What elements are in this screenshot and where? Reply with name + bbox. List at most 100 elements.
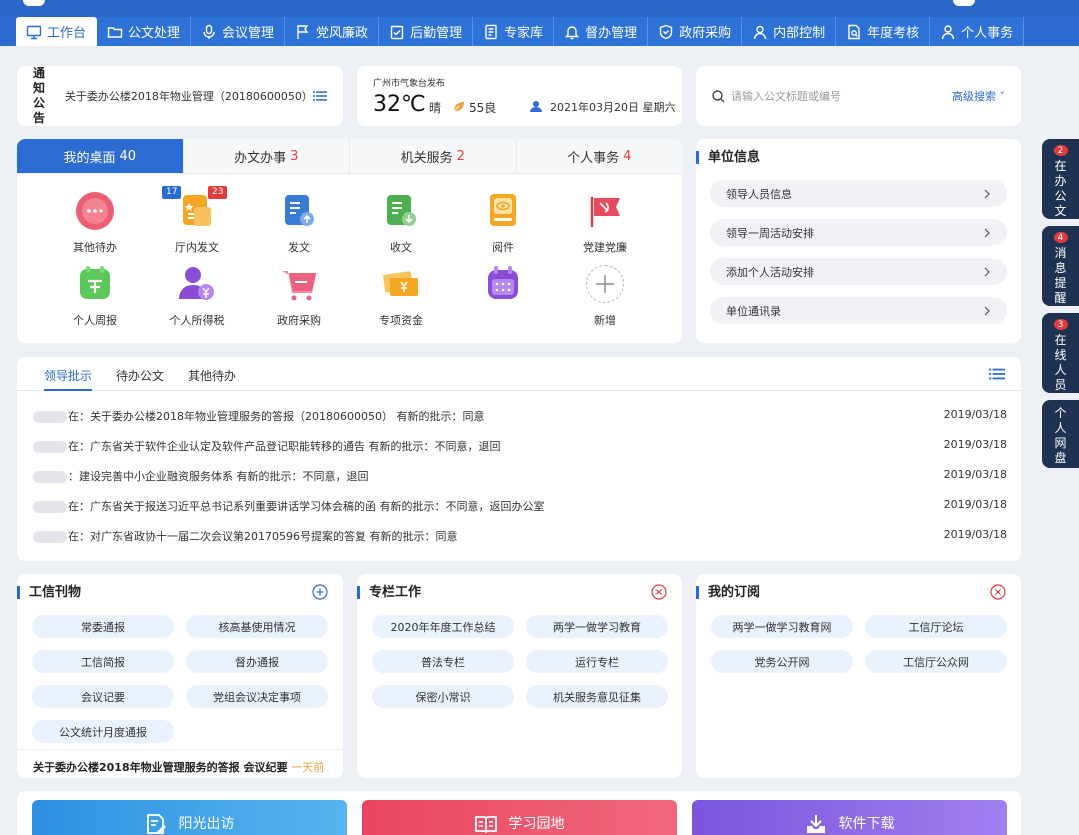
plus-icon xyxy=(586,265,624,303)
nav-item-workbench[interactable]: 工作台 xyxy=(16,17,98,46)
redacted-name xyxy=(33,531,67,543)
chevron-right-icon xyxy=(984,306,990,315)
nav-item-meetings[interactable]: 会议管理 xyxy=(191,17,286,46)
banner-software-download[interactable]: 软件下载 xyxy=(692,800,1007,835)
nav-item-personal[interactable]: 个人事务 xyxy=(930,17,1025,46)
list-item[interactable]: 公文统计月度通报 xyxy=(32,720,174,743)
add-circle-icon[interactable] xyxy=(312,584,328,600)
app-income-tax[interactable]: 个人所得税 xyxy=(146,265,248,332)
calendar-icon xyxy=(484,265,522,303)
nav-item-procurement[interactable]: 政府采购 xyxy=(648,17,743,46)
list-item[interactable]: 党务公开网 xyxy=(711,650,853,673)
app-other-todo[interactable]: 其他待办 xyxy=(44,192,146,259)
eye-icon xyxy=(484,192,522,230)
close-circle-icon[interactable] xyxy=(990,584,1006,600)
list-icon[interactable] xyxy=(312,89,327,103)
nav-item-experts[interactable]: 专家库 xyxy=(473,17,555,46)
app-government-procurement[interactable]: 政府采购 xyxy=(248,265,350,332)
advanced-search-link[interactable]: 高级搜索 ˅ xyxy=(952,88,1005,104)
unit-item-label: 单位通讯录 xyxy=(726,304,781,318)
unit-item-label: 添加个人活动安排 xyxy=(726,265,814,279)
nav-item-label: 个人事务 xyxy=(961,26,1014,41)
unit-item-add-activity[interactable]: 添加个人活动安排 xyxy=(710,258,1007,285)
app-send-document[interactable]: 发文 xyxy=(248,192,350,259)
redacted-name xyxy=(33,471,67,483)
float-in-progress-docs[interactable]: 2 在办公文 xyxy=(1042,139,1079,219)
list-item[interactable]: 两学一做学习教育网 xyxy=(711,615,853,638)
list-item[interactable]: 核高基使用情况 xyxy=(186,615,328,638)
close-circle-icon[interactable] xyxy=(651,584,667,600)
nav-item-documents[interactable]: 公文处理 xyxy=(97,17,192,46)
magazine-latest[interactable]: 关于委办公楼2018年物业管理服务的答报 会议纪要 一天前 xyxy=(17,749,343,778)
nav-item-logistics[interactable]: 后勤管理 xyxy=(379,17,474,46)
nav-item-assessment[interactable]: 年度考核 xyxy=(836,17,931,46)
list-item[interactable]: 工信厅公众网 xyxy=(865,650,1007,673)
app-party-building[interactable]: 党建党廉 xyxy=(554,192,656,259)
tab-office-services[interactable]: 机关服务 2 xyxy=(350,139,517,173)
redacted-name xyxy=(33,441,67,453)
bell-icon xyxy=(564,25,580,39)
list-item[interactable]: 党组会议决定事项 xyxy=(186,685,328,708)
tab-office-work[interactable]: 办文办事 3 xyxy=(184,139,350,173)
list-item[interactable]: 机关服务意见征集 xyxy=(526,685,668,708)
notice-card: 通知公告 关于委办公楼2018年物业管理（20180600050） xyxy=(17,66,343,126)
app-calendar[interactable] xyxy=(452,265,554,332)
app-receive-document[interactable]: 收文 xyxy=(350,192,452,259)
quick-links-bar: 阳光出访 学习园地 软件下载 xyxy=(17,791,1021,835)
app-label: 党建党廉 xyxy=(583,241,627,254)
redacted-name xyxy=(33,501,67,513)
app-special-funds[interactable]: 专项资金 xyxy=(350,265,452,332)
nav-item-label: 公文处理 xyxy=(128,26,181,41)
unit-item-directory[interactable]: 单位通讯录 xyxy=(710,297,1007,324)
list-item[interactable]: 普法专栏 xyxy=(372,650,514,673)
float-online-users[interactable]: 3 在线人员 xyxy=(1042,313,1079,393)
nav-item-integrity[interactable]: 党风廉政 xyxy=(285,17,380,46)
table-row[interactable]: 在：对广东省政协十一届二次会议第20170596号提案的答复 有新的批示：同意 2… xyxy=(33,528,1007,544)
list-item[interactable]: 工信简报 xyxy=(32,650,174,673)
float-personal-drive[interactable]: 个人网盘 xyxy=(1042,400,1079,468)
unit-item-label: 领导一周活动安排 xyxy=(726,226,814,240)
tab-leader-instructions[interactable]: 领导批示 xyxy=(44,367,93,391)
list-icon[interactable] xyxy=(989,367,1005,381)
app-internal-dispatch[interactable]: 17 23 厅内发文 xyxy=(146,186,248,259)
doc-star-icon xyxy=(178,192,216,230)
table-row[interactable]: 在：广东省关于报送习近平总书记系列重要讲话学习体会稿的函 有新的批示：不同意，返… xyxy=(33,498,1007,514)
unit-item-leader-info[interactable]: 领导人员信息 xyxy=(710,180,1007,207)
instruction-text: 在：对广东省政协十一届二次会议第20170596号提案的答复 有新的批示：同意 xyxy=(68,530,458,543)
tab-other-todo[interactable]: 其他待办 xyxy=(188,367,236,391)
tab-personal-affairs[interactable]: 个人事务 4 xyxy=(517,139,683,173)
leaf-icon xyxy=(452,102,464,113)
list-item[interactable]: 2020年年度工作总结 xyxy=(372,615,514,638)
tab-pending-documents[interactable]: 待办公文 xyxy=(116,367,164,391)
dots-icon xyxy=(76,192,114,230)
nav-item-internal-control[interactable]: 内部控制 xyxy=(742,17,837,46)
app-weekly-report[interactable]: 个人周报 xyxy=(44,265,146,332)
app-label: 厅内发文 xyxy=(175,241,219,254)
banner-sunshine-visit[interactable]: 阳光出访 xyxy=(32,800,347,835)
table-row[interactable]: ：建设完善中小企业融资服务体系 有新的批示：不同意，退回 2019/03/18 xyxy=(33,468,1007,484)
tab-my-desktop[interactable]: 我的桌面 40 xyxy=(17,139,184,173)
search-input[interactable] xyxy=(731,89,952,103)
app-label: 阅件 xyxy=(492,241,514,254)
banner-label: 软件下载 xyxy=(838,816,895,832)
notice-text[interactable]: 关于委办公楼2018年物业管理（20180600050） xyxy=(65,88,313,104)
nav-item-supervision[interactable]: 督办管理 xyxy=(554,17,649,46)
table-row[interactable]: 在：广东省关于软件企业认定及软件产品登记职能转移的通告 有新的批示：不同意，退回… xyxy=(33,438,1007,454)
list-item[interactable]: 运行专栏 xyxy=(526,650,668,673)
file-search-icon xyxy=(848,24,860,39)
list-item[interactable]: 督办通报 xyxy=(186,650,328,673)
table-row[interactable]: 在：关于委办公楼2018年物业管理服务的答报（20180600050） 有新的批… xyxy=(33,408,1007,424)
unit-item-leader-schedule[interactable]: 领导一周活动安排 xyxy=(710,219,1007,246)
list-item[interactable]: 会议记要 xyxy=(32,685,174,708)
list-item[interactable]: 工信厅论坛 xyxy=(865,615,1007,638)
list-item[interactable]: 保密小常识 xyxy=(372,685,514,708)
app-add-new[interactable]: 新增 xyxy=(554,265,656,332)
header-edge-shape xyxy=(23,0,45,6)
float-message-reminder[interactable]: 4 消息提醒 xyxy=(1042,226,1079,306)
app-read-files[interactable]: 阅件 xyxy=(452,192,554,259)
party-flag-icon xyxy=(586,192,624,230)
list-item[interactable]: 两学一做学习教育 xyxy=(526,615,668,638)
user-icon xyxy=(753,25,767,39)
banner-study-garden[interactable]: 学习园地 xyxy=(362,800,677,835)
list-item[interactable]: 常委通报 xyxy=(32,615,174,638)
